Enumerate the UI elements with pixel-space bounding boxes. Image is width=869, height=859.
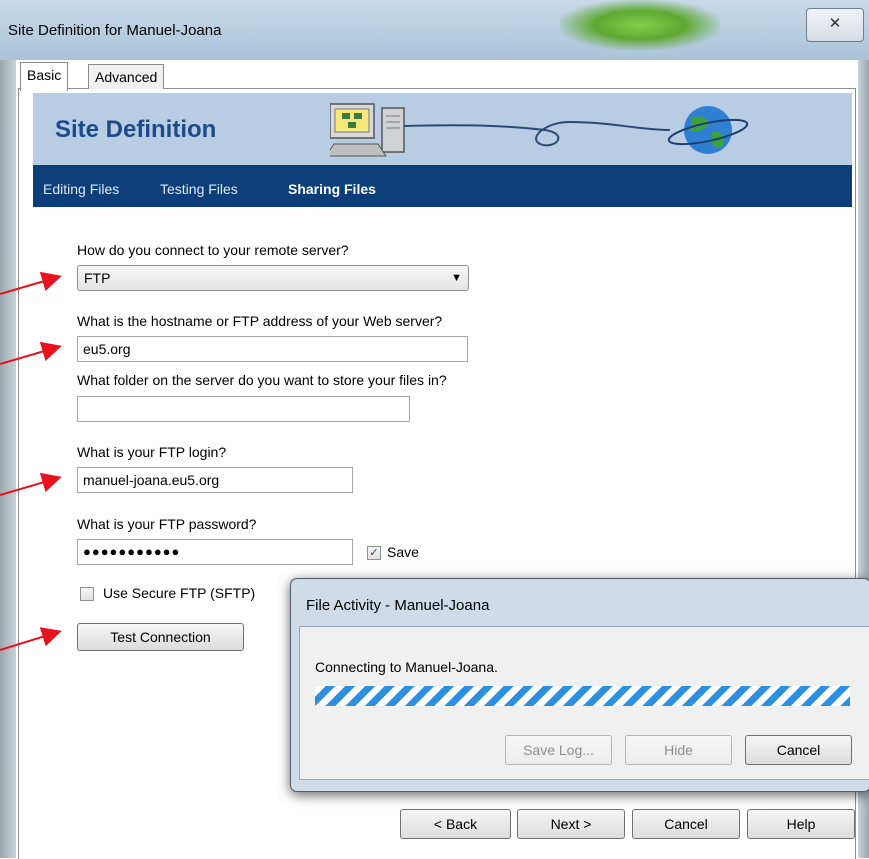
- folder-field[interactable]: [77, 396, 410, 422]
- network-illustration: [330, 103, 749, 157]
- connect-method-value: FTP: [84, 270, 111, 286]
- ftp-password-field[interactable]: ●●●●●●●●●●●: [77, 539, 353, 565]
- globe-icon: [667, 106, 749, 154]
- file-activity-title: File Activity - Manuel-Joana: [306, 597, 490, 614]
- sftp-label: Use Secure FTP (SFTP): [103, 585, 256, 601]
- arrow-connect-method: [0, 271, 62, 295]
- connection-progress-bar: [315, 686, 850, 706]
- site-definition-nav: [33, 165, 852, 207]
- save-password-checkbox[interactable]: ✓: [367, 546, 381, 560]
- dialog-cancel-button[interactable]: Cancel: [745, 735, 852, 765]
- save-log-button[interactable]: Save Log...: [505, 735, 612, 765]
- progress-fill: [315, 686, 850, 706]
- tab-basic[interactable]: Basic: [20, 62, 69, 91]
- arrow-ftp-login: [0, 472, 62, 496]
- hide-button[interactable]: Hide: [625, 735, 732, 765]
- connection-status-text: Connecting to Manuel-Joana.: [315, 659, 498, 675]
- arrow-hostname: [0, 341, 62, 365]
- hostname-label: What is the hostname or FTP address of y…: [77, 313, 443, 329]
- computer-icon: [330, 103, 405, 157]
- tab-advanced[interactable]: Advanced: [88, 64, 165, 89]
- save-password-label: Save: [387, 544, 419, 560]
- sftp-checkbox[interactable]: [80, 587, 94, 601]
- network-cable: [403, 120, 671, 147]
- next-button[interactable]: Next >: [517, 809, 625, 839]
- connect-method-label: How do you connect to your remote server…: [77, 242, 349, 258]
- titlebar-glow: [560, 0, 720, 50]
- chevron-down-icon: ▼: [451, 272, 462, 284]
- test-connection-button[interactable]: Test Connection: [77, 623, 244, 651]
- help-button[interactable]: Help: [747, 809, 855, 839]
- close-icon: ✕: [828, 15, 842, 32]
- hostname-field[interactable]: eu5.org: [77, 336, 468, 362]
- ftp-login-label: What is your FTP login?: [77, 444, 227, 460]
- arrow-test-connection: [0, 627, 62, 651]
- nav-testing-files[interactable]: Testing Files: [160, 181, 238, 197]
- ftp-password-label: What is your FTP password?: [77, 516, 257, 532]
- close-button[interactable]: ✕: [806, 8, 864, 42]
- wizard-cancel-button[interactable]: Cancel: [632, 809, 740, 839]
- nav-sharing-files[interactable]: Sharing Files: [288, 181, 376, 197]
- back-button[interactable]: < Back: [400, 809, 511, 839]
- connect-method-select[interactable]: FTP ▼: [77, 265, 469, 291]
- folder-label: What folder on the server do you want to…: [77, 372, 447, 388]
- annotation-arrows: [0, 271, 62, 651]
- ftp-login-field[interactable]: manuel-joana.eu5.org: [77, 467, 353, 493]
